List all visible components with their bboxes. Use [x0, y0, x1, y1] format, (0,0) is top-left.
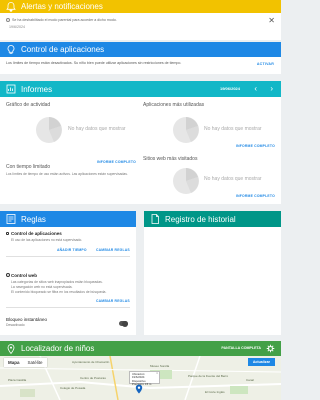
app-control-header: Control de aplicaciones: [0, 42, 281, 57]
web-pie-placeholder: [173, 168, 199, 194]
apps-change-rules-link[interactable]: CAMBIAR REGLAS: [96, 248, 130, 252]
web-full-report-link[interactable]: INFORME COMPLETO: [236, 194, 275, 198]
alerts-body: Se ha deshabilitado el modo parental par…: [0, 13, 281, 40]
reports-title: Informes: [21, 84, 53, 94]
reports-card: Informes 19/06/2024 ‹ › Gráfico de activ…: [0, 81, 281, 204]
locator-card: Localizador de niños PANTALLA COMPLETA M…: [0, 341, 281, 400]
limited-title: Con tiempo limitado: [6, 164, 51, 170]
info-icon: [6, 18, 10, 23]
tab-map[interactable]: Mapa: [4, 358, 24, 367]
instant-block-title: Bloqueo instantáneo: [6, 317, 48, 322]
map-place: Ayuntamiento de Chamartín: [72, 360, 110, 364]
web-change-rules-link[interactable]: CAMBIAR REGLAS: [96, 299, 130, 303]
map-place: El Corte Inglés: [205, 390, 225, 394]
instant-block-toggle[interactable]: [119, 320, 128, 327]
fullscreen-link[interactable]: PANTALLA COMPLETA: [221, 346, 261, 350]
gear-icon[interactable]: [266, 344, 275, 353]
apps-no-data: No hay datos que mostrar: [204, 126, 262, 132]
map-pin-icon[interactable]: [135, 384, 143, 394]
web-no-data: No hay datos que mostrar: [204, 176, 262, 182]
alert-message: Se ha deshabilitado el modo parental par…: [6, 18, 117, 23]
map-place: Museo Sorolla: [150, 364, 170, 368]
locator-title: Localizador de niños: [21, 344, 95, 353]
reports-header: Informes 19/06/2024 ‹ ›: [0, 81, 281, 97]
map-place: Parque de la Fuente del Berro: [188, 374, 229, 378]
map-place: Colegio de Posada: [60, 386, 86, 390]
rule-web-title: Control web: [11, 273, 37, 278]
alerts-title: Alertas y notificaciones: [21, 2, 103, 11]
rule-web-desc-3: El contenido bloqueado se filtra en los …: [11, 290, 107, 294]
activity-pie-placeholder: [36, 117, 62, 143]
history-header: Registro de historial: [144, 211, 281, 227]
web-chart-title: Sitios web más visitados: [143, 156, 198, 162]
limited-note: Los límites de tiempo de uso están activ…: [6, 172, 128, 176]
rule-apps-title: Control de aplicaciones: [11, 231, 62, 236]
alert-date: 19/6/2024: [9, 25, 25, 29]
reports-date: 19/06/2024: [219, 86, 240, 91]
app-control-card: Control de aplicaciones Los límites de t…: [0, 42, 281, 74]
chevron-left-icon[interactable]: ‹: [254, 84, 257, 94]
history-title: Registro de historial: [165, 214, 236, 224]
activity-no-data: No hay datos que mostrar: [68, 126, 126, 132]
rules-card: Reglas Control de aplicaciones El uso de…: [0, 211, 136, 335]
divider: [6, 256, 130, 257]
chevron-right-icon[interactable]: ›: [270, 84, 273, 94]
lightbulb-icon: [5, 44, 17, 56]
update-button[interactable]: Actualizar: [247, 358, 275, 366]
rules-title: Reglas: [21, 214, 46, 224]
history-card: Registro de historial: [144, 211, 281, 335]
rules-header: Reglas: [0, 211, 136, 227]
alerts-header: Alertas y notificaciones: [0, 0, 281, 13]
close-icon[interactable]: ✕: [268, 17, 275, 25]
divider: [6, 307, 130, 308]
locator-header: Localizador de niños PANTALLA COMPLETA: [0, 341, 281, 356]
tab-satellite[interactable]: Satélite: [24, 358, 47, 367]
close-icon[interactable]: ×: [156, 371, 158, 375]
document-icon: [149, 213, 161, 225]
app-control-text: Los límites de tiempo están desactivados…: [6, 61, 182, 65]
app-control-title: Control de aplicaciones: [21, 45, 105, 54]
rule-apps-desc: El uso de las aplicaciones no está super…: [11, 238, 83, 242]
map-place: Plaza Castilla: [8, 378, 27, 382]
apps-full-report-link[interactable]: INFORME COMPLETO: [236, 144, 275, 148]
location-icon: [5, 343, 17, 355]
activate-link[interactable]: ACTIVAR: [257, 62, 274, 66]
dashboard: Alertas y notificaciones Se ha deshabili…: [0, 0, 281, 400]
apps-pie-placeholder: [173, 117, 199, 143]
map-type-tabs: Mapa Satélite: [4, 358, 47, 367]
alert-message-text: Se ha deshabilitado el modo parental par…: [12, 18, 117, 22]
add-time-link[interactable]: AÑADIR TIEMPO: [57, 248, 87, 252]
activity-chart-title: Gráfico de actividad: [6, 102, 51, 108]
map-place: Canal: [246, 378, 254, 382]
instant-block-state: Desactivado: [6, 323, 25, 327]
rules-list-icon: [5, 213, 17, 225]
apps-chart-title: Aplicaciones más utilizadas: [143, 102, 205, 108]
alerts-card: Alertas y notificaciones Se ha deshabili…: [0, 0, 281, 40]
bell-icon: [5, 1, 17, 13]
app-icon: [6, 232, 9, 235]
location-popup: Ubicación: 19/6/2024 Dispositivo Precisi…: [129, 371, 160, 386]
report-icon: [5, 83, 17, 95]
globe-icon: [6, 273, 10, 277]
limited-full-report-link[interactable]: INFORME COMPLETO: [97, 160, 136, 164]
map-place: Centro de Posturas: [80, 376, 106, 380]
